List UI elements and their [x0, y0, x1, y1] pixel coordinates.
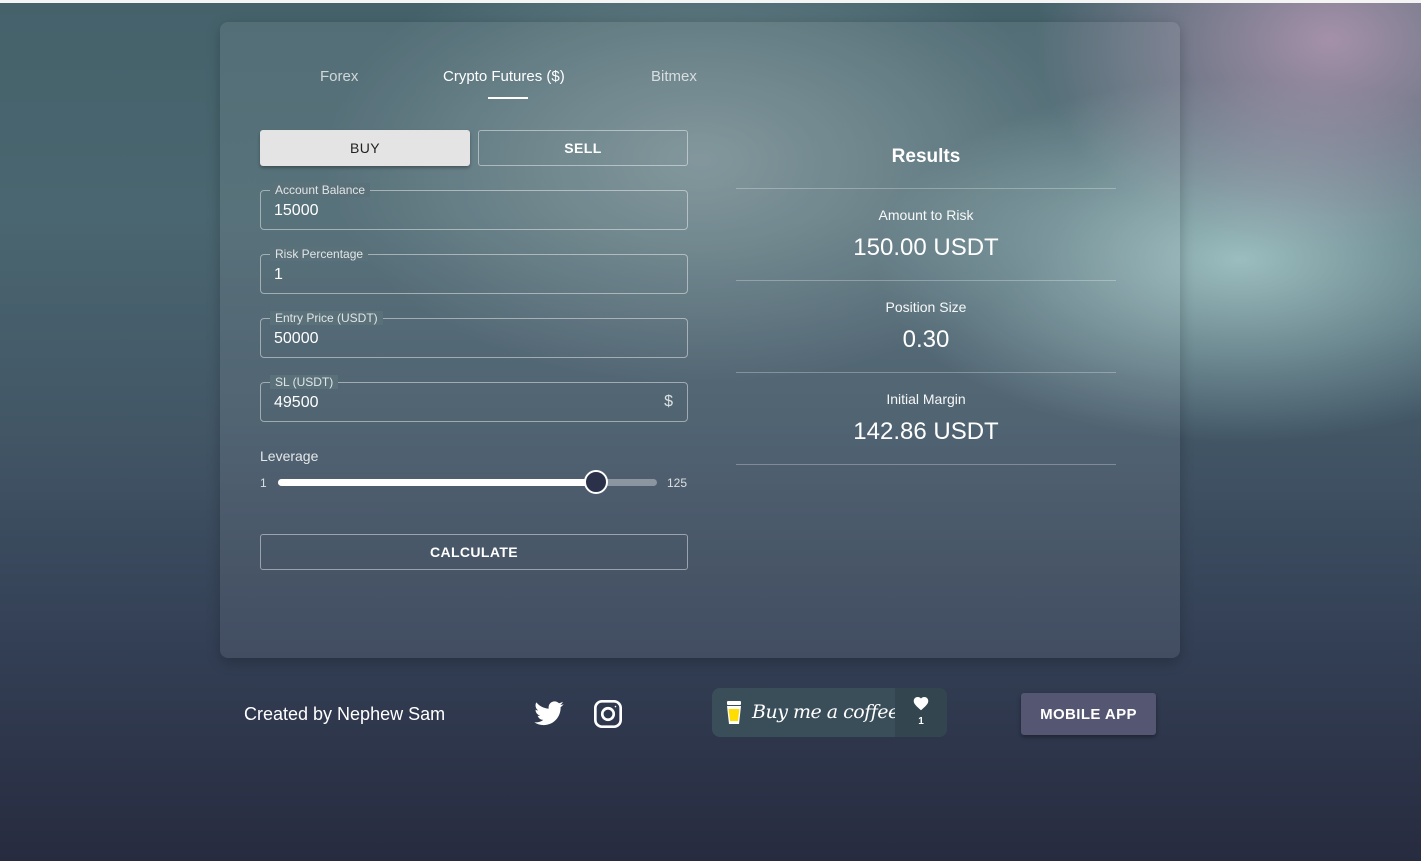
- tab-bitmex[interactable]: Bitmex: [651, 68, 697, 85]
- active-tab-indicator: [488, 97, 528, 99]
- coffee-count-box: 1: [895, 688, 947, 737]
- results-divider: [736, 372, 1116, 373]
- initial-margin-value: 142.86 USDT: [853, 418, 999, 445]
- top-edge-line: [0, 0, 1421, 3]
- initial-margin-label: Initial Margin: [886, 391, 966, 407]
- position-size-label: Position Size: [885, 299, 967, 315]
- tab-forex[interactable]: Forex: [320, 68, 358, 85]
- entry-price-label: Entry Price (USDT): [270, 311, 383, 325]
- results-title: Results: [891, 146, 961, 167]
- coffee-count: 1: [918, 716, 924, 727]
- stop-loss-label: SL (USDT): [270, 375, 339, 389]
- calculate-button[interactable]: CALCULATE: [260, 534, 688, 570]
- tab-crypto-futures[interactable]: Crypto Futures ($): [443, 68, 565, 85]
- leverage-slider-fill: [278, 479, 597, 486]
- creator-credit: Created by Nephew Sam: [244, 704, 446, 724]
- amount-to-risk-value: 150.00 USDT: [853, 234, 999, 261]
- account-balance-input[interactable]: [274, 201, 654, 221]
- leverage-min-label: 1: [260, 476, 267, 490]
- twitter-icon[interactable]: [533, 698, 565, 730]
- risk-percentage-field: Risk Percentage: [260, 247, 688, 294]
- buy-me-a-coffee-button[interactable]: Buy me a coffee 1: [712, 688, 947, 737]
- sell-button[interactable]: SELL: [478, 130, 688, 166]
- stop-loss-input[interactable]: [274, 393, 654, 413]
- entry-price-field: Entry Price (USDT): [260, 311, 688, 358]
- entry-price-input[interactable]: [274, 329, 654, 349]
- amount-to-risk-label: Amount to Risk: [878, 207, 974, 223]
- results-divider: [736, 464, 1116, 465]
- mobile-app-button[interactable]: MOBILE APP: [1021, 693, 1156, 735]
- position-size-value: 0.30: [902, 326, 950, 353]
- buy-me-a-coffee-label: Buy me a coffee: [752, 701, 899, 723]
- account-balance-label: Account Balance: [270, 183, 371, 197]
- heart-icon: [912, 695, 930, 716]
- instagram-icon[interactable]: [592, 698, 624, 730]
- leverage-slider[interactable]: [278, 470, 657, 494]
- coffee-cup-icon: [724, 700, 744, 731]
- risk-percentage-input[interactable]: [274, 265, 654, 285]
- results-divider: [736, 280, 1116, 281]
- stop-loss-field: SL (USDT) $: [260, 375, 688, 422]
- leverage-max-label: 125: [667, 476, 688, 490]
- risk-percentage-label: Risk Percentage: [270, 247, 369, 261]
- buy-button[interactable]: BUY: [260, 130, 470, 166]
- dollar-suffix: $: [664, 393, 673, 410]
- leverage-label: Leverage: [260, 448, 319, 464]
- results-divider: [736, 188, 1116, 189]
- account-balance-field: Account Balance: [260, 183, 688, 230]
